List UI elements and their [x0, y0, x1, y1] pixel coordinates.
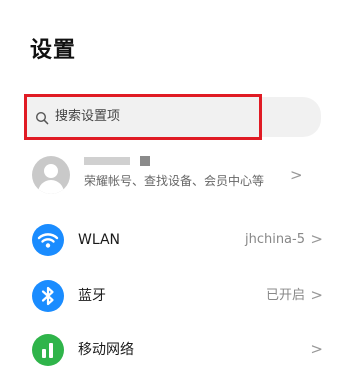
avatar-shoulders — [38, 180, 64, 194]
settings-item-label: 移动网络 — [78, 342, 134, 358]
settings-item-bluetooth[interactable]: 蓝牙 已开启 > — [30, 276, 325, 316]
settings-item-label: WLAN — [78, 232, 121, 248]
avatar-head — [44, 164, 58, 178]
account-name-masked — [84, 156, 150, 166]
settings-item-value: jhchina-5 — [244, 232, 305, 247]
mask-block — [140, 156, 150, 166]
settings-item-value: 已开启 — [265, 288, 305, 303]
settings-item-wlan[interactable]: WLAN jhchina-5 > — [30, 220, 325, 260]
bluetooth-icon — [32, 280, 64, 312]
account-subtitle: 荣耀帐号、查找设备、会员中心等 — [84, 174, 265, 188]
search-inner[interactable]: 搜索设置项 — [35, 107, 120, 127]
wifi-icon — [32, 224, 64, 256]
account-row[interactable]: 荣耀帐号、查找设备、会员中心等 — [30, 150, 325, 210]
settings-page: 设置 搜索设置项 荣耀帐号、查找设备、会员中心等 > WLAN jhchina-… — [0, 0, 343, 366]
search-input[interactable]: 搜索设置项 — [55, 107, 120, 127]
chevron-right-icon: > — [310, 340, 323, 358]
settings-item-mobile-network[interactable]: 移动网络 > — [30, 330, 325, 370]
mobile-network-icon — [32, 334, 64, 366]
search-icon — [35, 110, 49, 125]
chevron-right-icon: > — [310, 230, 323, 248]
chevron-right-icon: > — [310, 286, 323, 304]
page-title: 设置 — [30, 38, 77, 63]
avatar — [32, 156, 70, 194]
mask-block — [84, 157, 130, 165]
chevron-right-icon: > — [290, 166, 303, 184]
search-bar-background — [262, 97, 321, 137]
search-bar[interactable]: 搜索设置项 — [24, 94, 262, 140]
settings-item-label: 蓝牙 — [78, 288, 106, 304]
